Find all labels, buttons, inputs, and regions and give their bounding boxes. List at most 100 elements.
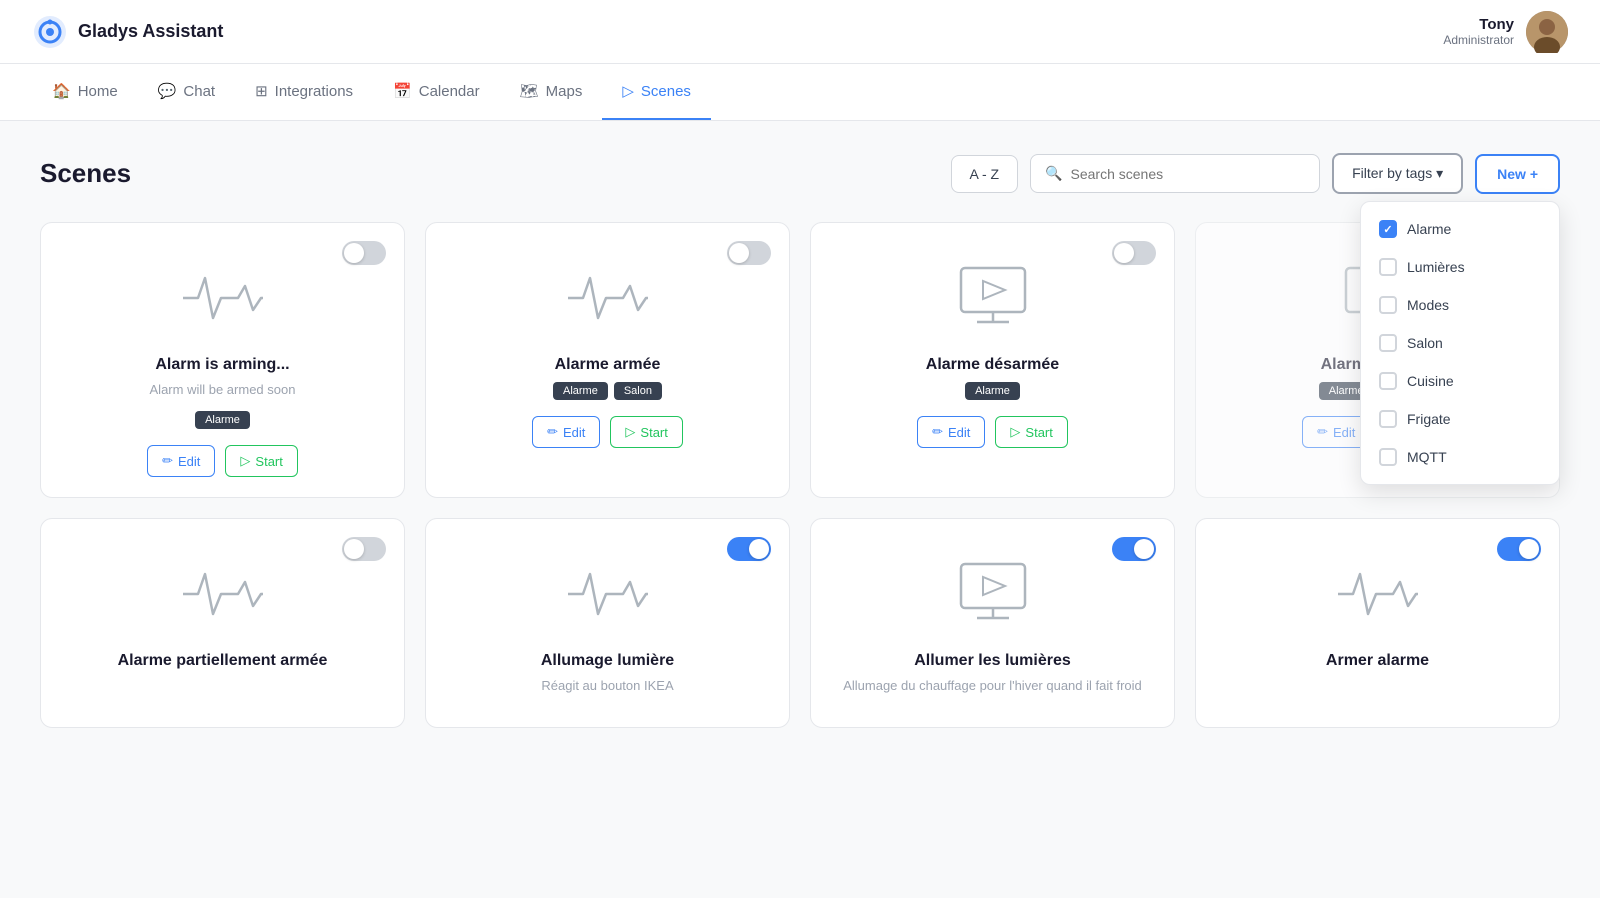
nav-integrations-label: Integrations (275, 83, 353, 100)
scene-tags-3: Alarme (965, 382, 1020, 400)
tag-label-alarme: Alarme (1407, 221, 1451, 237)
edit-button-1[interactable]: ✏ Edit (147, 445, 215, 477)
scene-actions-1: ✏ Edit ▷ Start (147, 445, 298, 477)
page-title: Scenes (40, 158, 939, 189)
checkbox-modes[interactable] (1379, 296, 1397, 314)
nav-calendar[interactable]: 📅 Calendar (373, 64, 500, 120)
scene-card-6: Allumage lumière Réagit au bouton IKEA (425, 518, 790, 728)
nav-chat-label: Chat (183, 83, 215, 100)
toggle-switch-2[interactable] (727, 241, 771, 265)
start-icon-1: ▷ (240, 453, 250, 469)
scene-icon-5 (183, 559, 263, 634)
main-content: Scenes A - Z 🔍 Filter by tags ▾ New + Al… (0, 121, 1600, 760)
tag-label-cuisine: Cuisine (1407, 373, 1454, 389)
scene-icon-2 (568, 263, 648, 338)
scene-card-5: Alarme partiellement armée (40, 518, 405, 728)
toggle-7[interactable] (1112, 537, 1156, 561)
toggle-6[interactable] (727, 537, 771, 561)
scene-card-8: Armer alarme (1195, 518, 1560, 728)
scene-desc-7: Allumage du chauffage pour l'hiver quand… (843, 678, 1142, 693)
toggle-1[interactable] (342, 241, 386, 265)
filter-tag-salon[interactable]: Salon (1361, 324, 1559, 362)
new-button[interactable]: New + (1475, 154, 1560, 194)
pulse-icon-5 (183, 559, 263, 629)
scene-icon-1 (183, 263, 263, 338)
toggle-5[interactable] (342, 537, 386, 561)
logo[interactable]: Gladys Assistant (32, 14, 223, 50)
pulse-icon-8 (1338, 559, 1418, 629)
start-button-1[interactable]: ▷ Start (225, 445, 297, 477)
start-label-3: Start (1025, 425, 1052, 440)
toggle-switch-5[interactable] (342, 537, 386, 561)
logo-text: Gladys Assistant (78, 21, 223, 42)
checkbox-mqtt[interactable] (1379, 448, 1397, 466)
header: Gladys Assistant Tony Administrator (0, 0, 1600, 64)
filter-tag-mqtt[interactable]: MQTT (1361, 438, 1559, 476)
edit-icon-3: ✏ (932, 424, 943, 440)
edit-button-2[interactable]: ✏ Edit (532, 416, 600, 448)
nav-scenes-label: Scenes (641, 83, 691, 100)
maps-icon: 🗺 (520, 82, 539, 100)
toolbar: Scenes A - Z 🔍 Filter by tags ▾ New + (40, 153, 1560, 194)
scenes-grid: Alarm is arming... Alarm will be armed s… (40, 222, 1560, 728)
scene-tag-2-0: Alarme (553, 382, 608, 400)
start-button-2[interactable]: ▷ Start (610, 416, 682, 448)
checkbox-cuisine[interactable] (1379, 372, 1397, 390)
scene-card-3: Alarme désarmée Alarme ✏ Edit ▷ Start (810, 222, 1175, 498)
search-input[interactable] (1071, 166, 1306, 182)
tag-label-frigate: Frigate (1407, 411, 1451, 427)
navigation: 🏠 Home 💬 Chat ⊞ Integrations 📅 Calendar … (0, 64, 1600, 121)
tag-label-mqtt: MQTT (1407, 449, 1447, 465)
scene-title-3: Alarme désarmée (926, 356, 1059, 374)
scene-icon-7 (953, 559, 1033, 634)
filter-tag-frigate[interactable]: Frigate (1361, 400, 1559, 438)
nav-maps-label: Maps (546, 83, 583, 100)
tag-label-salon: Salon (1407, 335, 1443, 351)
checkbox-frigate[interactable] (1379, 410, 1397, 428)
edit-label-3: Edit (948, 425, 970, 440)
nav-chat[interactable]: 💬 Chat (138, 64, 235, 120)
start-label-1: Start (255, 454, 282, 469)
scene-tags-1: Alarme (195, 411, 250, 429)
filter-tag-lumieres[interactable]: Lumières (1361, 248, 1559, 286)
toggle-8[interactable] (1497, 537, 1541, 561)
toggle-2[interactable] (727, 241, 771, 265)
edit-button-3[interactable]: ✏ Edit (917, 416, 985, 448)
scene-actions-3: ✏ Edit ▷ Start (917, 416, 1068, 448)
user-info: Tony Administrator (1443, 16, 1514, 47)
start-label-2: Start (640, 425, 667, 440)
filter-tag-cuisine[interactable]: Cuisine (1361, 362, 1559, 400)
start-button-3[interactable]: ▷ Start (995, 416, 1067, 448)
scene-icon-8 (1338, 559, 1418, 634)
pulse-icon-2 (568, 263, 648, 333)
filter-button[interactable]: Filter by tags ▾ (1332, 153, 1463, 194)
nav-maps[interactable]: 🗺 Maps (500, 64, 603, 120)
search-icon: 🔍 (1045, 165, 1062, 182)
toggle-switch-1[interactable] (342, 241, 386, 265)
scene-desc-1: Alarm will be armed soon (150, 382, 296, 397)
search-box: 🔍 (1030, 154, 1320, 193)
scene-tag-1-0: Alarme (195, 411, 250, 429)
scene-title-6: Allumage lumière (541, 652, 674, 670)
edit-label-2: Edit (563, 425, 585, 440)
toggle-3[interactable] (1112, 241, 1156, 265)
nav-home[interactable]: 🏠 Home (32, 64, 138, 120)
sort-button[interactable]: A - Z (951, 155, 1019, 193)
nav-integrations[interactable]: ⊞ Integrations (235, 64, 373, 120)
toggle-switch-8[interactable] (1497, 537, 1541, 561)
edit-label-4: Edit (1333, 425, 1355, 440)
scene-actions-2: ✏ Edit ▷ Start (532, 416, 683, 448)
toggle-switch-7[interactable] (1112, 537, 1156, 561)
toggle-switch-6[interactable] (727, 537, 771, 561)
toggle-switch-3[interactable] (1112, 241, 1156, 265)
checkbox-salon[interactable] (1379, 334, 1397, 352)
nav-scenes[interactable]: ▷ Scenes (602, 64, 711, 120)
logo-icon (32, 14, 68, 50)
nav-calendar-label: Calendar (419, 83, 480, 100)
checkbox-lumieres[interactable] (1379, 258, 1397, 276)
user-profile[interactable]: Tony Administrator (1443, 11, 1568, 53)
filter-tag-modes[interactable]: Modes (1361, 286, 1559, 324)
checkbox-alarme[interactable] (1379, 220, 1397, 238)
filter-tag-alarme[interactable]: Alarme (1361, 210, 1559, 248)
pulse-icon-1 (183, 263, 263, 333)
